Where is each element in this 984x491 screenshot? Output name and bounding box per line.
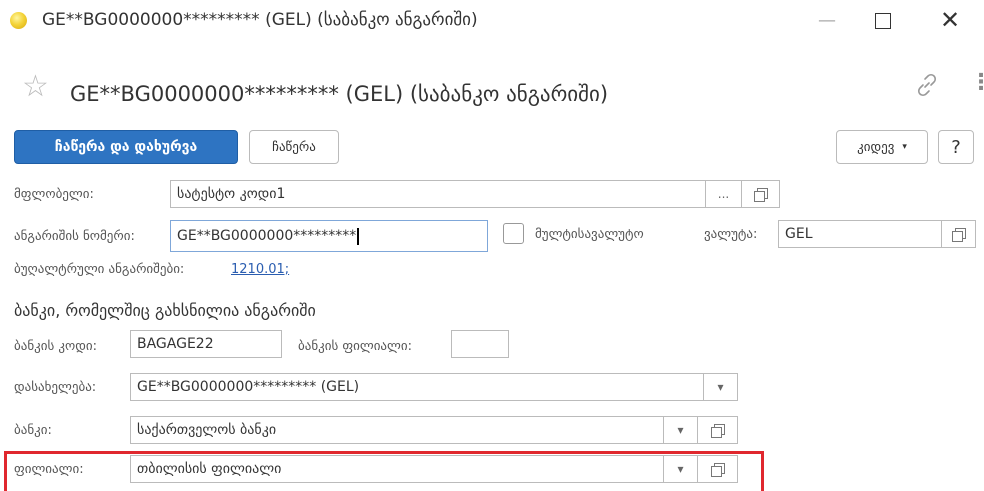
favorite-star-icon[interactable]: ☆ (22, 72, 49, 102)
text-cursor (357, 227, 359, 245)
bank-label: ბანკი: (14, 423, 52, 438)
branch-field[interactable]: თბილისის ფილიალი (130, 455, 664, 483)
bank-branch-code-field[interactable] (451, 330, 509, 358)
currency-field[interactable]: GEL (778, 220, 942, 248)
bank-field[interactable]: საქართველოს ბანკი (130, 416, 664, 444)
multicurrency-checkbox[interactable] (503, 223, 524, 244)
more-menu-button[interactable]: კიდევ ▾ (836, 130, 928, 164)
bank-dropdown-button[interactable]: ▾ (664, 416, 698, 444)
bank-code-label: ბანკის კოდი: (14, 339, 98, 354)
form-title: GE**BG0000000********* (GEL) (საბანკო ან… (70, 82, 609, 106)
chevron-down-icon: ▾ (677, 462, 684, 476)
open-icon (711, 462, 725, 477)
owner-label: მფლობელი: (14, 187, 94, 202)
currency-open-button[interactable] (942, 220, 976, 248)
name-label: დასახელება: (14, 380, 97, 395)
branch-open-button[interactable] (698, 455, 738, 483)
chevron-down-icon: ▾ (717, 380, 724, 394)
owner-select-button[interactable]: ... (706, 180, 742, 208)
window-titlebar: GE**BG0000000********* (GEL) (საბანკო ან… (0, 0, 984, 42)
open-icon (754, 187, 768, 202)
chevron-down-icon: ▾ (902, 142, 907, 152)
minimize-button[interactable]: — (818, 10, 836, 31)
name-dropdown-button[interactable]: ▾ (704, 373, 738, 401)
accounting-accounts-link[interactable]: 1210.01; (231, 262, 289, 277)
accounting-accounts-label: ბუღალტრული ანგარიშები: (14, 262, 185, 277)
more-options-icon[interactable]: ⋮ (970, 72, 984, 94)
owner-open-button[interactable] (742, 180, 780, 208)
branch-label: ფილიალი: (14, 462, 84, 477)
close-button[interactable]: ✕ (940, 6, 960, 34)
bank-branch-code-label: ბანკის ფილიალი: (298, 339, 412, 354)
owner-field[interactable]: სატესტო კოდი1 (170, 180, 706, 208)
open-icon (711, 423, 725, 438)
name-field[interactable]: GE**BG0000000********* (GEL) (130, 373, 704, 401)
bank-section-title: ბანკი, რომელშიც გახსნილია ანგარიში (14, 301, 316, 320)
link-icon[interactable] (912, 70, 942, 104)
account-number-value: GE**BG0000000********* (177, 228, 357, 244)
account-number-input[interactable]: GE**BG0000000********* (170, 220, 488, 252)
maximize-button[interactable] (875, 13, 891, 29)
multicurrency-label: მულტისავალუტო (535, 227, 644, 242)
currency-label: ვალუტა: (704, 227, 758, 242)
open-icon (952, 227, 966, 242)
more-menu-label: კიდევ (857, 139, 895, 155)
bank-open-button[interactable] (698, 416, 738, 444)
account-number-label: ანგარიშის ნომერი: (14, 229, 135, 244)
save-and-close-button[interactable]: ჩაწერა და დახურვა (14, 130, 238, 164)
app-icon (10, 12, 27, 29)
branch-dropdown-button[interactable]: ▾ (664, 455, 698, 483)
window-title: GE**BG0000000********* (GEL) (საბანკო ან… (42, 10, 478, 30)
chevron-down-icon: ▾ (677, 423, 684, 437)
save-button[interactable]: ჩაწერა (249, 130, 339, 164)
bank-code-field[interactable]: BAGAGE22 (130, 330, 282, 358)
help-button[interactable]: ? (938, 130, 974, 164)
